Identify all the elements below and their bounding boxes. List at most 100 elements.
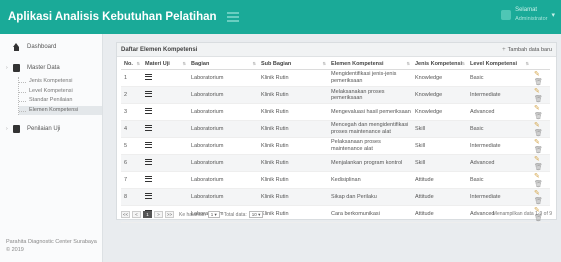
cell-sub-bagian: Klinik Rutin	[258, 86, 328, 104]
sidebar-item-dashboard[interactable]: Dashboard	[0, 38, 102, 56]
cell-sub-bagian: Klinik Rutin	[258, 69, 328, 87]
cell-materi-uji	[142, 69, 188, 87]
edit-icon[interactable]: ✎	[534, 105, 540, 112]
sidebar-item-label: Dashboard	[27, 44, 57, 50]
cell-bagian: Laboratorium	[188, 137, 258, 155]
chevron-right-icon: ›	[6, 126, 8, 132]
trash-icon[interactable]: 🗑	[534, 147, 543, 154]
cell-level-kompetensi: Advanced	[467, 154, 531, 172]
trash-icon[interactable]: 🗑	[534, 113, 543, 120]
page-label: Ke halaman	[179, 211, 206, 218]
cell-actions: ✎🗑	[531, 137, 550, 155]
current-page-button[interactable]: 1	[143, 211, 152, 218]
cell-bagian: Laboratorium	[188, 103, 258, 121]
list-icon[interactable]	[145, 158, 152, 165]
edit-icon[interactable]: ✎	[534, 139, 540, 146]
cell-elemen-kompetensi: Cara berkomunikasi	[328, 205, 412, 223]
page-size-select[interactable]: 10 ▾	[248, 211, 264, 218]
column-header[interactable]: Level Kompetensi ⇅	[467, 59, 531, 70]
cell-sub-bagian: Klinik Rutin	[258, 154, 328, 172]
list-icon[interactable]	[145, 124, 152, 131]
menu-toggle-icon[interactable]	[226, 12, 239, 22]
pagination: << < 1 > >> Ke halaman 1 ▾ Total data: 1…	[121, 211, 264, 218]
sidebar-item-master-data[interactable]: › Master Data	[0, 59, 102, 77]
trash-icon[interactable]: 🗑	[534, 96, 543, 103]
column-header[interactable]: Elemen Kompetensi ⇅	[328, 59, 412, 70]
page-select[interactable]: 1 ▾	[207, 211, 220, 218]
first-page-button[interactable]: <<	[121, 211, 130, 218]
trash-icon[interactable]: 🗑	[534, 79, 543, 86]
column-header[interactable]: Materi Uji ⇅	[142, 59, 188, 70]
sidebar-subitem-elemen-kompetensi[interactable]: Elemen Kompetensi	[19, 105, 102, 115]
cell-no: 5	[121, 137, 142, 155]
sidebar-item-penilaian[interactable]: › Penilaian Uji	[0, 120, 102, 138]
cell-no: 7	[121, 171, 142, 189]
trash-icon[interactable]: 🗑	[534, 181, 543, 188]
sidebar-item-label: Master Data	[27, 65, 60, 71]
column-header[interactable]: No. ⇅	[121, 59, 142, 70]
trash-icon[interactable]: 🗑	[534, 130, 543, 137]
cell-sub-bagian: Klinik Rutin	[258, 120, 328, 138]
chevron-down-icon[interactable]: ▾	[551, 11, 555, 19]
cell-materi-uji	[142, 154, 188, 172]
trash-icon[interactable]: 🗑	[534, 198, 543, 205]
sidebar-item-label: Penilaian Uji	[27, 126, 61, 132]
cell-elemen-kompetensi: Sikap dan Perilaku	[328, 188, 412, 206]
cell-level-kompetensi: Intermediate	[467, 188, 531, 206]
edit-icon[interactable]: ✎	[534, 173, 540, 180]
cell-elemen-kompetensi: Mengevaluasi hasil pemeriksaan	[328, 103, 412, 121]
column-header[interactable]: Bagian ⇅	[188, 59, 258, 70]
table-header-row: No. ⇅ Materi Uji ⇅ Bagian ⇅ Sub Bagian ⇅ Ele…	[121, 59, 550, 70]
cell-jenis-kompetensi: Skill	[412, 154, 467, 172]
cell-elemen-kompetensi: Kedisiplinan	[328, 171, 412, 189]
cell-no: 8	[121, 188, 142, 206]
user-greeting: Selamat	[515, 7, 538, 13]
last-page-button[interactable]: >>	[165, 211, 174, 218]
cell-sub-bagian: Klinik Rutin	[258, 137, 328, 155]
list-icon[interactable]	[145, 90, 152, 97]
sidebar-footer: Parahita Diagnostic Center Surabaya © 20…	[6, 238, 97, 254]
cell-materi-uji	[142, 188, 188, 206]
list-icon[interactable]	[145, 192, 152, 199]
list-icon[interactable]	[145, 141, 152, 148]
cell-materi-uji	[142, 171, 188, 189]
cell-sub-bagian: Klinik Rutin	[258, 103, 328, 121]
home-icon	[13, 43, 20, 51]
cell-bagian: Laboratorium	[188, 188, 258, 206]
total-label: Total data:	[223, 211, 247, 218]
sidebar-subitem-level-kompetensi[interactable]: Level Kompetensi	[19, 87, 102, 97]
table-row: 1 Laboratorium Klinik Rutin Mengidentifikas…	[121, 69, 550, 87]
table-row: 2 Laboratorium Klinik Rutin Melaksanakan pr…	[121, 86, 550, 104]
user-menu[interactable]: Selamat Administrator ▾	[501, 6, 555, 24]
elemen-kompetensi-panel: Daftar Elemen Kompetensi + Tambah data b…	[116, 42, 557, 223]
table-row: 3 Laboratorium Klinik Rutin Mengevaluasi ha…	[121, 103, 550, 121]
sidebar-subitem-jenis-kompetensi[interactable]: Jenis Kompetensi	[19, 77, 102, 87]
cell-level-kompetensi: Basic	[467, 69, 531, 87]
cell-materi-uji	[142, 120, 188, 138]
edit-icon[interactable]: ✎	[534, 190, 540, 197]
column-header[interactable]: Jenis Kompetensi ⇅	[412, 59, 467, 70]
cell-sub-bagian: Klinik Rutin	[258, 171, 328, 189]
trash-icon[interactable]: 🗑	[534, 164, 543, 171]
cell-actions: ✎🗑	[531, 86, 550, 104]
list-icon[interactable]	[145, 107, 152, 114]
list-icon[interactable]	[145, 175, 152, 182]
edit-icon[interactable]: ✎	[534, 156, 540, 163]
table-row: 4 Laboratorium Klinik Rutin Mencegah dan me…	[121, 120, 550, 138]
list-icon[interactable]	[145, 73, 152, 80]
cell-jenis-kompetensi: Attitude	[412, 171, 467, 189]
cell-no: 1	[121, 69, 142, 87]
edit-icon[interactable]: ✎	[534, 88, 540, 95]
add-data-button[interactable]: + Tambah data baru	[502, 47, 552, 53]
cell-jenis-kompetensi: Knowledge	[412, 86, 467, 104]
column-header[interactable]: Sub Bagian ⇅	[258, 59, 328, 70]
cell-actions: ✎🗑	[531, 103, 550, 121]
cell-no: 2	[121, 86, 142, 104]
sidebar-subitem-standar-penilaian[interactable]: Standar Penilaian	[19, 96, 102, 106]
edit-icon[interactable]: ✎	[534, 71, 540, 78]
cell-level-kompetensi: Intermediate	[467, 86, 531, 104]
prev-page-button[interactable]: <	[132, 211, 141, 218]
edit-icon[interactable]: ✎	[534, 122, 540, 129]
next-page-button[interactable]: >	[154, 211, 163, 218]
data-table: No. ⇅ Materi Uji ⇅ Bagian ⇅ Sub Bagian ⇅ Ele…	[121, 59, 550, 223]
